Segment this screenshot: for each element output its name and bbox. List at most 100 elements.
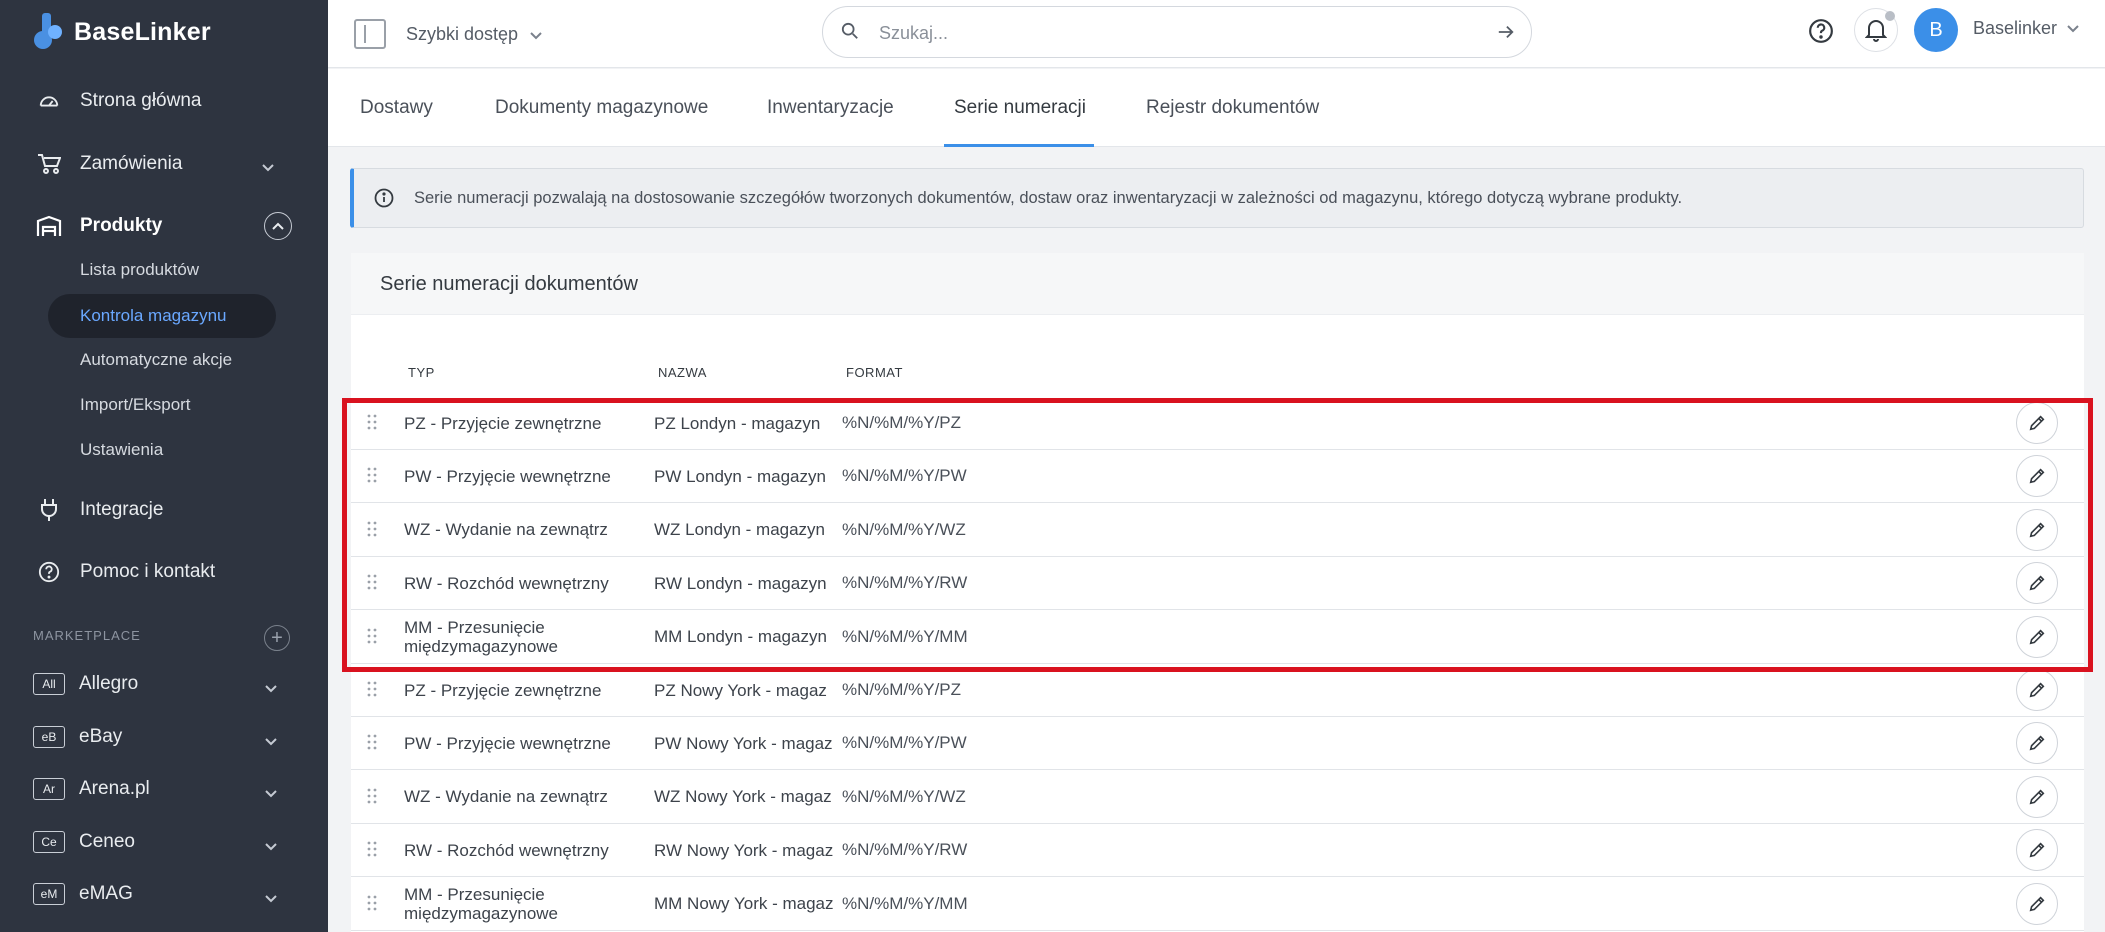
chevron-down-icon [265, 887, 277, 909]
sidebar-item-label: Produkty [80, 215, 163, 236]
collapse-sidebar-icon[interactable] [354, 19, 386, 49]
table-row: WZ - Wydanie na zewnątrz WZ Nowy York - … [351, 770, 2084, 824]
search-bar [822, 6, 1532, 58]
dashboard-icon [36, 88, 62, 114]
sidebar-item-label: Zamówienia [80, 153, 183, 174]
pencil-icon [2029, 789, 2045, 805]
chevron-down-icon [265, 782, 277, 804]
marketplace-badge: eB [33, 726, 65, 748]
column-header-type: TYP [408, 365, 435, 380]
drag-handle-icon[interactable] [367, 681, 377, 702]
info-banner: Serie numeracji pozwalają na dostosowani… [350, 168, 2084, 228]
marketplace-badge: eM [33, 883, 65, 905]
tab-deliveries[interactable]: Dostawy [360, 69, 433, 147]
row-type: WZ - Wydanie na zewnątrz [404, 787, 608, 807]
sidebar-item-products[interactable]: Produkty [36, 206, 292, 246]
sub-item-automatic-actions[interactable]: Automatyczne akcje [80, 348, 232, 372]
column-header-name: NAZWA [658, 365, 707, 380]
sub-item-product-list[interactable]: Lista produktów [80, 258, 199, 282]
plug-icon [36, 497, 62, 523]
row-name: WZ Nowy York - magaz [654, 787, 832, 807]
sidebar-item-home[interactable]: Strona główna [36, 81, 292, 121]
row-name: RW Nowy York - magaz [654, 840, 834, 860]
user-name: Baselinker [1973, 18, 2058, 38]
top-bar: Szybki dostęp B Baselinker [328, 0, 2105, 68]
sidebar-item-label: eMAG [79, 883, 133, 904]
logo-icon [34, 13, 68, 51]
sidebar-item-label: Strona główna [80, 90, 202, 111]
card-header: Serie numeracji dokumentów [351, 253, 2084, 315]
card-title: Serie numeracji dokumentów [380, 273, 638, 295]
info-text: Serie numeracji pozwalają na dostosowani… [414, 188, 1683, 207]
pencil-icon [2029, 682, 2045, 698]
sidebar-item-help[interactable]: Pomoc i kontakt [36, 552, 292, 592]
edit-button[interactable] [2016, 669, 2058, 711]
avatar[interactable]: B [1914, 8, 1958, 52]
sidebar-item-label: Allegro [79, 673, 139, 694]
sidebar-item-label: eBay [79, 726, 123, 747]
quick-access-dropdown[interactable]: Szybki dostęp [354, 16, 542, 52]
sub-item-warehouse-control[interactable]: Kontrola magazynu [80, 304, 226, 328]
tab-warehouse-documents[interactable]: Dokumenty magazynowe [495, 69, 708, 147]
sidebar-item-integrations[interactable]: Integracje [36, 490, 292, 530]
tab-inventories[interactable]: Inwentaryzacje [767, 69, 894, 147]
column-header-format: FORMAT [846, 365, 903, 380]
drag-handle-icon[interactable] [367, 788, 377, 809]
marketplace-badge: Ce [33, 831, 65, 853]
warehouse-icon [36, 213, 62, 239]
sidebar-item-ceneo[interactable]: Ce Ceneo [33, 825, 293, 859]
sidebar-item-allegro[interactable]: All Allegro [33, 667, 293, 701]
notifications-button[interactable] [1854, 8, 1898, 52]
chevron-down-icon [2067, 24, 2079, 32]
row-format: %N/%M/%Y/PW [842, 733, 967, 753]
drag-handle-icon[interactable] [367, 895, 377, 916]
tab-document-register[interactable]: Rejestr dokumentów [1146, 69, 1319, 147]
chevron-down-icon [530, 24, 542, 45]
marketplace-section-label: MARKETPLACE [33, 628, 141, 643]
tabs-bar: Dostawy Dokumenty magazynowe Inwentaryza… [328, 69, 2105, 147]
sidebar-item-orders[interactable]: Zamówienia [36, 144, 292, 184]
table-row: MM - Przesunięcie międzymagazynowe MM No… [351, 877, 2084, 931]
sidebar-item-emag[interactable]: eM eMAG [33, 877, 293, 911]
info-icon [374, 188, 394, 208]
help-icon[interactable] [1808, 18, 1834, 49]
notification-dot [1885, 11, 1895, 21]
sidebar: BaseLinker Strona główna Zamówienia Prod… [0, 0, 328, 932]
table-row: RW - Rozchód wewnętrzny RW Nowy York - m… [351, 823, 2084, 878]
pencil-icon [2029, 896, 2045, 912]
edit-button[interactable] [2016, 722, 2058, 765]
row-type: RW - Rozchód wewnętrzny [404, 840, 609, 860]
row-type: PW - Przyjęcie wewnętrzne [404, 733, 611, 753]
arrow-right-icon[interactable] [1497, 23, 1515, 46]
brand-logo[interactable]: BaseLinker [34, 12, 211, 52]
sub-item-settings[interactable]: Ustawienia [80, 438, 163, 462]
sidebar-item-ebay[interactable]: eB eBay [33, 720, 293, 754]
search-icon [841, 22, 859, 45]
add-marketplace-button[interactable]: + [264, 625, 290, 651]
row-format: %N/%M/%Y/RW [842, 840, 968, 860]
chevron-up-icon[interactable] [264, 212, 292, 240]
drag-handle-icon[interactable] [367, 841, 377, 862]
pencil-icon [2029, 735, 2045, 751]
marketplace-badge: All [33, 673, 65, 695]
search-input[interactable] [879, 19, 1439, 47]
user-menu[interactable]: Baselinker [1973, 18, 2079, 39]
row-name: PW Nowy York - magaz [654, 733, 833, 753]
brand-name: BaseLinker [74, 17, 211, 46]
drag-handle-icon[interactable] [367, 734, 377, 755]
active-tab-indicator [944, 144, 1094, 147]
sidebar-item-label: Arena.pl [79, 778, 150, 799]
row-format: %N/%M/%Y/MM [842, 893, 968, 913]
tab-numbering-series[interactable]: Serie numeracji [954, 69, 1086, 147]
edit-button[interactable] [2016, 775, 2058, 818]
quick-access-label: Szybki dostęp [406, 23, 519, 44]
highlight-frame [342, 398, 2093, 672]
chevron-down-icon [265, 835, 277, 857]
chevron-down-icon [265, 730, 277, 752]
help-icon [36, 559, 62, 585]
pencil-icon [2029, 842, 2045, 858]
sub-item-import-export[interactable]: Import/Eksport [80, 393, 191, 417]
edit-button[interactable] [2016, 882, 2058, 925]
sidebar-item-arena[interactable]: Ar Arena.pl [33, 772, 293, 806]
edit-button[interactable] [2016, 829, 2058, 872]
